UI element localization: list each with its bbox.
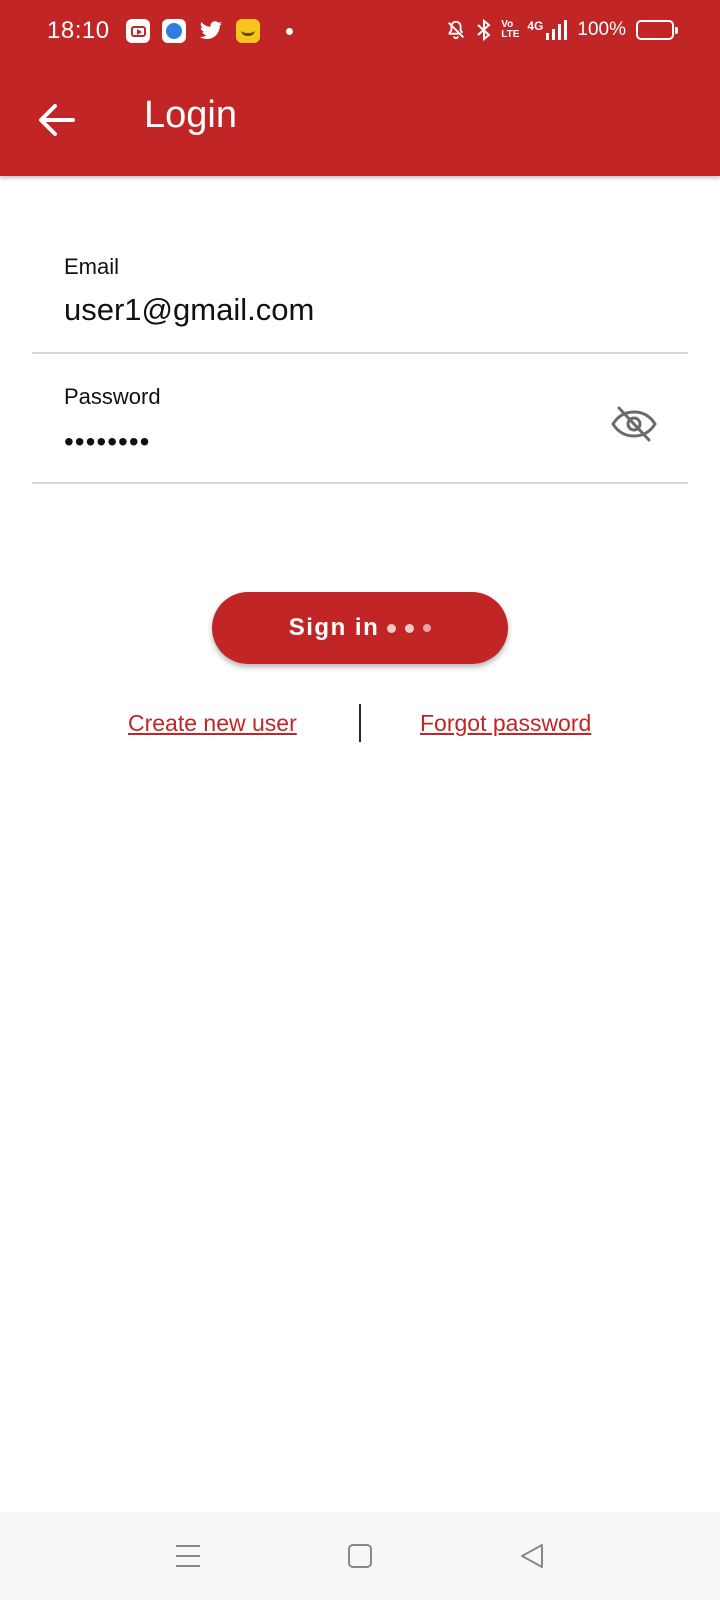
home-square-icon <box>348 1544 372 1568</box>
emoji-app-icon <box>236 19 260 43</box>
more-dot-icon <box>286 27 293 35</box>
loading-dot <box>387 623 397 633</box>
email-field[interactable]: Email user1@gmail.com <box>32 236 688 354</box>
loading-dot <box>423 624 432 632</box>
back-triangle-icon <box>521 1544 543 1568</box>
menu-icon <box>176 1545 200 1567</box>
password-visibility-toggle[interactable] <box>608 402 660 446</box>
battery-percent: 100% <box>577 19 626 40</box>
twitter-icon <box>198 19 224 43</box>
4g-signal-icon: 4G <box>527 19 568 41</box>
auth-links: Create new user Forgot password <box>0 704 720 744</box>
bluetooth-icon <box>475 18 493 42</box>
loading-dot <box>405 623 415 633</box>
status-bar: 18:10 Vo LTE 4G 100% <box>0 0 720 64</box>
page-title: Login <box>144 94 237 136</box>
email-input[interactable]: user1@gmail.com <box>64 292 314 328</box>
home-button[interactable] <box>338 1534 382 1578</box>
arrow-left-icon <box>39 104 75 136</box>
recent-apps-button[interactable] <box>166 1534 210 1578</box>
link-divider <box>359 704 361 742</box>
password-label: Password <box>64 384 161 409</box>
email-label: Email <box>64 254 120 279</box>
forgot-password-link[interactable]: Forgot password <box>420 710 591 737</box>
messenger-icon <box>162 19 186 43</box>
system-nav-bar <box>0 1512 720 1600</box>
network-type: 4G <box>527 19 544 33</box>
status-time: 18:10 <box>47 17 110 44</box>
notification-icons <box>126 19 293 43</box>
app-header: 18:10 Vo LTE 4G 100% Login <box>0 0 720 176</box>
volte-bottom: LTE <box>501 29 520 40</box>
volte-icon: Vo LTE <box>501 20 519 40</box>
password-input[interactable]: •••••••• <box>64 426 150 458</box>
bell-off-icon <box>445 19 467 41</box>
loading-indicator <box>387 623 432 633</box>
system-back-button[interactable] <box>510 1534 554 1578</box>
eye-off-icon <box>611 406 657 442</box>
sign-in-label: Sign in <box>288 614 380 641</box>
app-bar: Login <box>0 64 720 176</box>
youtube-icon <box>126 19 150 43</box>
sign-in-button[interactable]: Sign in <box>212 592 508 664</box>
system-icons: Vo LTE 4G 100% <box>445 18 678 42</box>
password-field[interactable]: Password •••••••• <box>32 370 688 484</box>
battery-icon <box>636 20 678 40</box>
back-button[interactable] <box>26 90 86 150</box>
create-new-user-link[interactable]: Create new user <box>128 710 297 737</box>
